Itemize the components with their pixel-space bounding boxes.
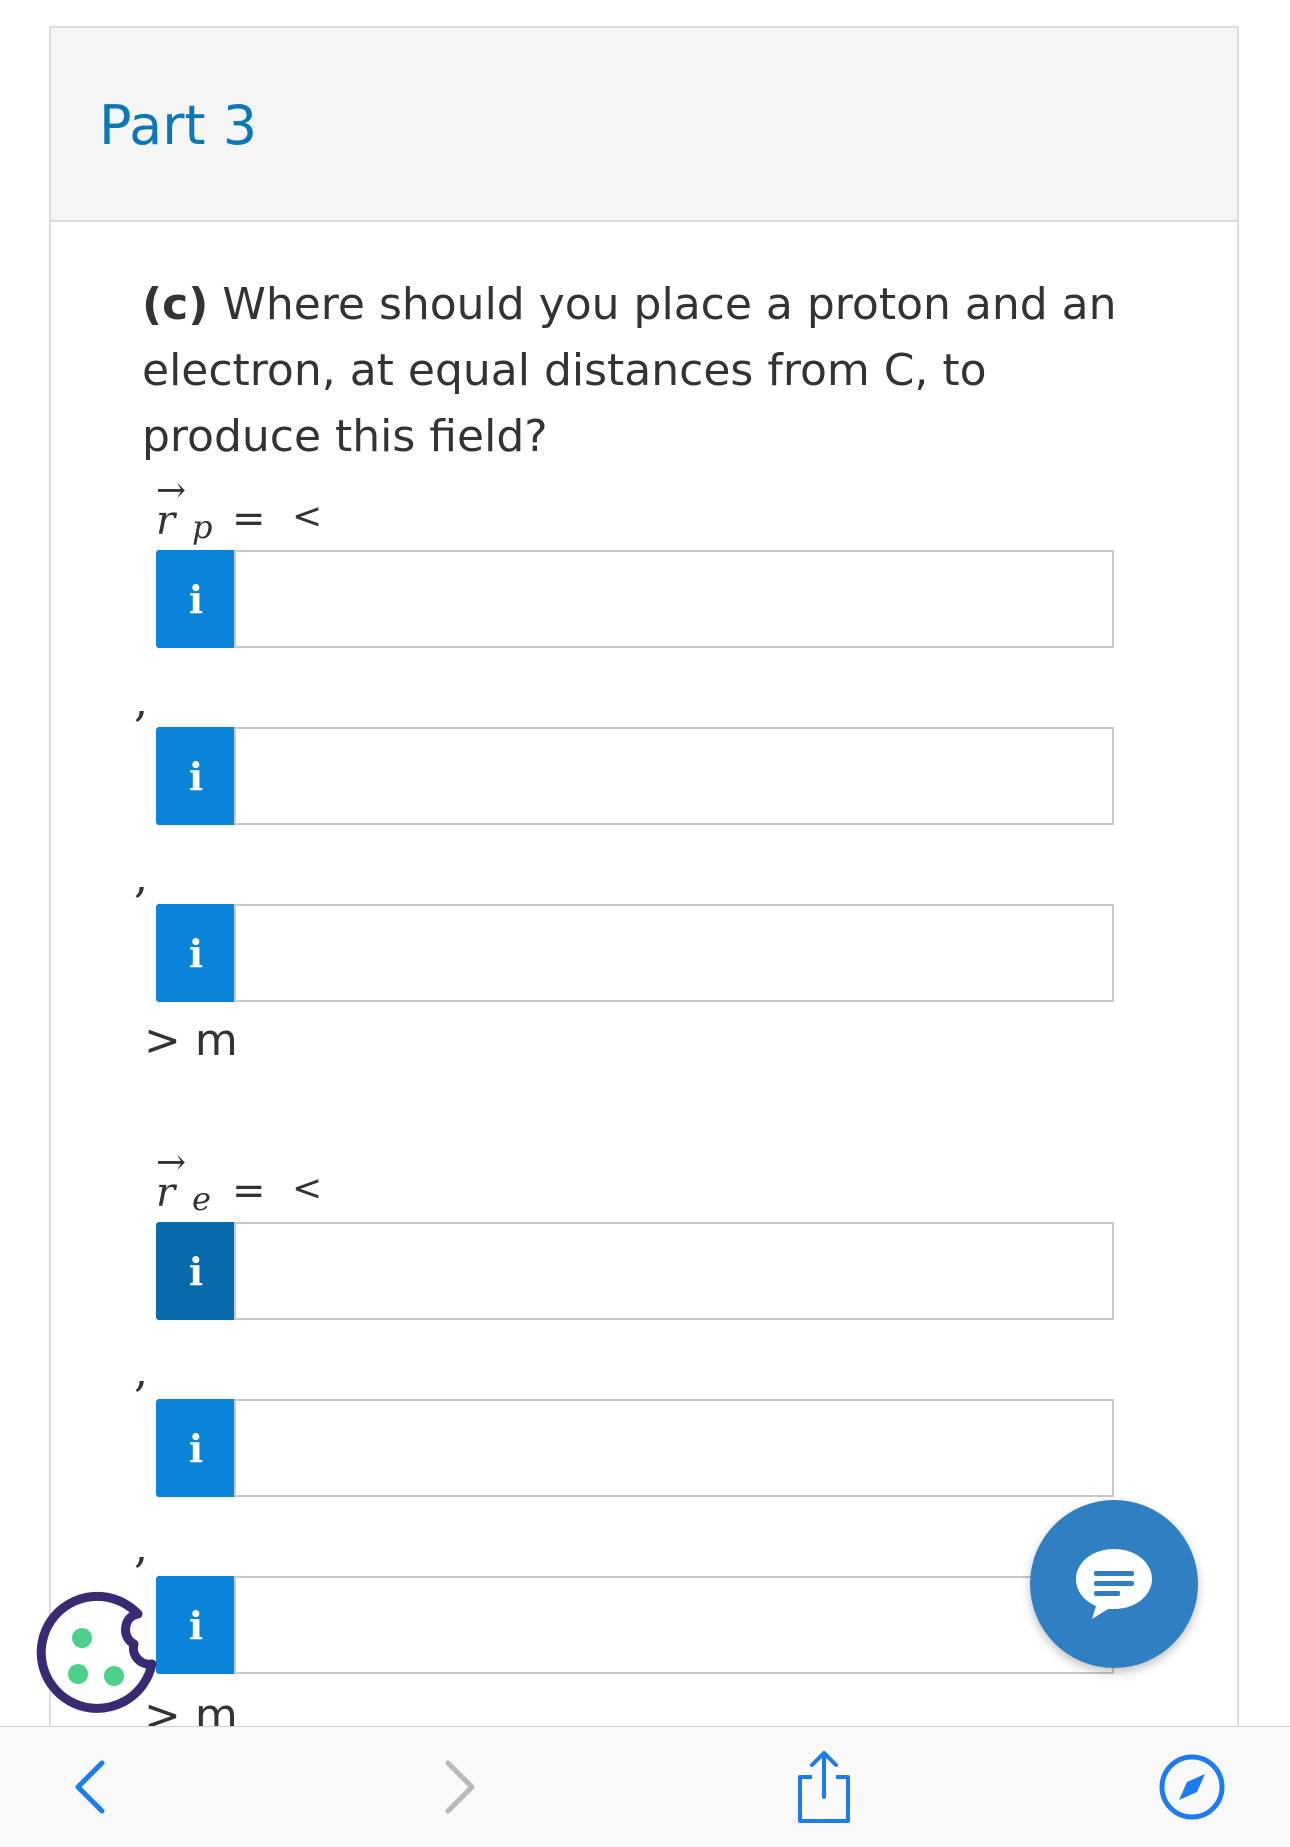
electron-z-row: i <box>156 1576 1114 1674</box>
proton-x-input[interactable] <box>234 550 1114 648</box>
electron-y-row: i <box>156 1399 1114 1497</box>
chevron-left-icon <box>75 1760 105 1814</box>
info-button[interactable]: i <box>156 904 236 1002</box>
electron-x-row: i <box>156 1222 1114 1320</box>
proton-x-row: i <box>156 550 1114 648</box>
separator-comma: , <box>134 676 148 727</box>
question-text: (c) Where should you place a proton and … <box>142 272 1132 470</box>
chat-bubble-icon <box>1076 1549 1152 1619</box>
proton-y-row: i <box>156 727 1114 825</box>
question-body: Where should you place a proton and an e… <box>142 279 1117 462</box>
info-button[interactable]: i <box>156 1576 236 1674</box>
info-button[interactable]: i <box>156 550 236 648</box>
proton-z-row: i <box>156 904 1114 1002</box>
separator-comma: , <box>134 852 148 903</box>
proton-z-input[interactable] <box>234 904 1114 1002</box>
cookie-icon <box>36 1591 157 1713</box>
proton-unit: > m <box>144 1015 238 1066</box>
back-button[interactable] <box>50 1747 130 1827</box>
separator-comma: , <box>134 1346 148 1397</box>
question-label: (c) <box>142 279 209 330</box>
info-button[interactable]: i <box>156 727 236 825</box>
forward-button[interactable] <box>420 1747 500 1827</box>
separator-comma: , <box>134 1522 148 1573</box>
info-button[interactable]: i <box>156 1399 236 1497</box>
info-button[interactable]: i <box>156 1222 236 1320</box>
electron-z-input[interactable] <box>234 1576 1114 1674</box>
browser-toolbar <box>0 1726 1290 1847</box>
electron-y-input[interactable] <box>234 1399 1114 1497</box>
compass-icon <box>1159 1754 1225 1820</box>
share-button[interactable] <box>784 1747 864 1827</box>
share-icon <box>798 1751 850 1823</box>
electron-x-input[interactable] <box>234 1222 1114 1320</box>
chevron-right-icon <box>445 1760 475 1814</box>
proton-y-input[interactable] <box>234 727 1114 825</box>
browser-button[interactable] <box>1152 1747 1232 1827</box>
card-header: Part 3 <box>51 28 1237 222</box>
chat-button[interactable] <box>1030 1500 1198 1668</box>
cookie-settings-button[interactable] <box>30 1586 158 1714</box>
part-title: Part 3 <box>99 94 258 157</box>
